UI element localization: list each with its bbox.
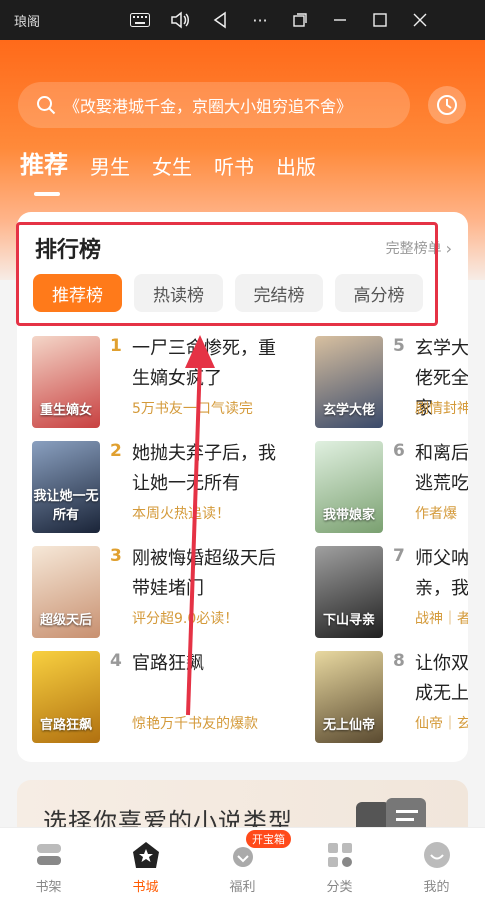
window-titlebar: 琅阁 ··· [0,0,485,40]
bottom-nav: 书架 书城 开宝箱 福利 分类 我的 [0,827,485,903]
book-item[interactable]: 玄学大佬 5 玄学大佬死全家 剧情封神 [315,336,468,436]
book-title: 和离后逃荒吃 [415,443,468,494]
nav-label: 书架 [35,880,62,895]
book-tag: 剧情封神 [415,401,468,417]
right-column: 玄学大佬 5 玄学大佬死全家 剧情封神 我带娘家 6 和离后逃荒吃 作者爆 下山… [315,212,468,762]
bookstore-icon [132,842,159,868]
nav-bookstore[interactable]: 书城 [97,828,194,903]
book-title: 师父呐亲，我 [415,548,468,599]
clock-icon [437,95,457,115]
category-icon [327,843,352,867]
book-item[interactable]: 无上仙帝 8 让你双成无上 仙帝｜玄 [315,651,468,751]
search-bar[interactable]: 《改娶港城千金，京圈大小姐穷追不舍》 [18,82,410,128]
minimize-icon[interactable] [320,0,360,40]
tab-female[interactable]: 女生 [152,151,192,180]
window-title: 琅阁 [14,14,41,30]
book-item[interactable]: 官路狂飙 4 官路狂飙 惊艳万千书友的爆款 [32,651,262,751]
book-tag: 本周火热追读！ [132,506,230,522]
bookshelf-icon [36,844,61,865]
tab-audiobook[interactable]: 听书 [214,151,254,180]
profile-icon [423,842,450,868]
back-icon[interactable] [200,0,240,40]
rank-number: 6 [393,441,405,461]
keyboard-icon[interactable] [120,0,160,40]
chip-completed[interactable]: 完结榜 [235,274,323,312]
nav-category[interactable]: 分类 [291,828,388,903]
book-title: 一尸三命惨死，重生嫡女疯了 [132,338,276,389]
book-item[interactable]: 下山寻亲 7 师父呐亲，我 战神｜者 [315,546,468,646]
maximize-icon[interactable] [360,0,400,40]
nav-welfare[interactable]: 开宝箱 福利 [194,828,291,903]
rank-number: 2 [110,441,122,461]
nav-label: 福利 [229,880,256,895]
book-tag: 评分超9.0必读！ [132,611,239,627]
chip-hot[interactable]: 热读榜 [134,274,223,312]
rank-number: 4 [110,651,122,671]
search-placeholder: 《改娶港城千金，京圈大小姐穷追不舍》 [64,97,353,116]
more-icon[interactable]: ··· [240,0,280,40]
nav-profile[interactable]: 我的 [388,828,485,903]
book-cover: 重生嫡女 [32,336,100,428]
rank-number: 1 [110,336,122,356]
book-item[interactable]: 我带娘家 6 和离后逃荒吃 作者爆 [315,441,468,541]
book-item[interactable]: 我让她一无所有 2 她抛夫弃子后，我让她一无所有 本周火热追读！ [32,441,276,541]
book-title: 官路狂飙 [132,653,204,674]
rank-number: 5 [393,336,405,356]
book-cover: 我让她一无所有 [32,441,100,533]
tab-publish[interactable]: 出版 [276,151,316,180]
book-cover: 超级天后 [32,546,100,638]
close-icon[interactable] [400,0,440,40]
book-tag: 仙帝｜玄 [415,716,468,732]
book-item[interactable]: 超级天后 3 刚被悔婚超级天后带娃堵门 评分超9.0必读！ [32,546,276,646]
book-cover: 无上仙帝 [315,651,383,743]
category-tabs: 推荐 男生 女生 听书 出版 [20,145,338,196]
rank-number: 8 [393,651,405,671]
tab-male[interactable]: 男生 [90,151,130,180]
book-cover: 下山寻亲 [315,546,383,638]
nav-label: 书城 [132,880,159,895]
book-cover: 官路狂飙 [32,651,100,743]
treasure-badge: 开宝箱 [246,830,291,848]
search-icon [37,96,56,115]
book-tag: 惊艳万千书友的爆款 [132,716,258,732]
history-button[interactable] [428,86,466,124]
book-title: 让你双成无上 [415,653,468,704]
book-cover: 玄学大佬 [315,336,383,428]
book-title: 她抛夫弃子后，我让她一无所有 [132,443,276,494]
book-item[interactable]: 重生嫡女 1 一尸三命惨死，重生嫡女疯了 5万书友一口气读完 [32,336,276,436]
book-tag: 5万书友一口气读完 [132,401,253,417]
book-tag: 战神｜者 [415,611,468,627]
ranking-title: 排行榜 [35,238,102,263]
rank-number: 7 [393,546,405,566]
book-title: 刚被悔婚超级天后带娃堵门 [132,548,276,599]
restore-icon[interactable] [280,0,320,40]
nav-bookshelf[interactable]: 书架 [0,828,97,903]
book-tag: 作者爆 [415,506,457,522]
rank-number: 3 [110,546,122,566]
book-cover: 我带娘家 [315,441,383,533]
tab-recommend[interactable]: 推荐 [20,145,68,196]
ranking-card: 排行榜 完整榜单 › 推荐榜 热读榜 完结榜 高分榜 重生嫡女 1 一尸三命惨死… [17,212,468,762]
nav-label: 我的 [423,880,450,895]
volume-icon[interactable] [160,0,200,40]
nav-label: 分类 [326,880,353,895]
chip-recommend[interactable]: 推荐榜 [33,274,122,312]
